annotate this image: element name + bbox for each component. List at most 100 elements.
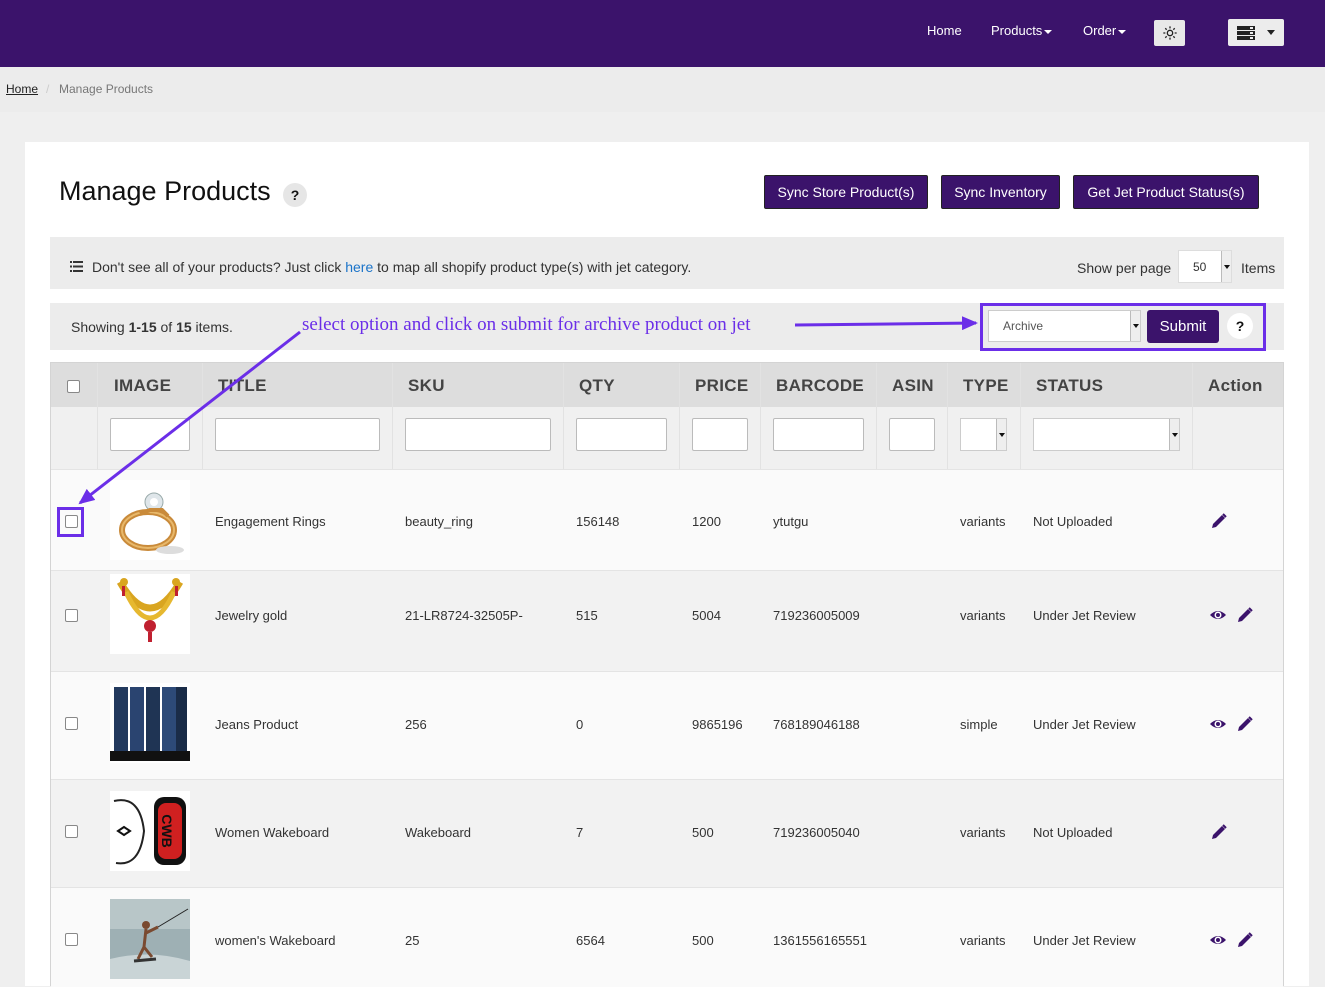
row-barcode: ytutgu [773, 514, 809, 529]
column-header-qty[interactable]: QTY [579, 376, 615, 396]
list-icon [70, 261, 83, 272]
row-actions [1210, 512, 1228, 530]
filter-title-input[interactable] [215, 418, 380, 451]
filter-type-select[interactable] [960, 418, 1007, 451]
row-qty: 0 [576, 717, 584, 732]
sync-inventory-button[interactable]: Sync Inventory [941, 175, 1060, 209]
row-checkbox[interactable] [65, 933, 78, 946]
row-status: Under Jet Review [1033, 717, 1136, 732]
filter-asin-input[interactable] [889, 418, 935, 451]
showing-total: 15 [176, 319, 192, 335]
necklace-image [110, 574, 190, 654]
row-price: 5004 [692, 608, 721, 623]
items-label: Items [1241, 260, 1276, 276]
row-price: 1200 [692, 514, 721, 529]
filter-qty-input[interactable] [576, 418, 667, 451]
nav-order[interactable]: Order [1083, 23, 1127, 38]
map-category-link[interactable]: here [345, 259, 373, 275]
gear-icon [1162, 26, 1177, 40]
page-help-icon[interactable]: ? [283, 183, 307, 207]
pencil-icon[interactable] [1236, 715, 1254, 733]
eye-icon[interactable] [1209, 715, 1227, 733]
eye-icon[interactable] [1209, 606, 1227, 624]
table-row[interactable]: Jewelry gold 21-LR8724-32505P- 515 5004 … [51, 570, 1283, 671]
row-qty: 7 [576, 825, 584, 840]
table-row[interactable]: Jeans Product 256 0 9865196 768189046188… [51, 671, 1283, 779]
row-checkbox[interactable] [65, 825, 78, 838]
row-sku: Wakeboard [405, 825, 471, 840]
per-page-select[interactable]: 50 [1178, 250, 1232, 283]
submit-button[interactable]: Submit [1147, 310, 1219, 343]
info-text-before: Don't see all of your products? Just cli… [92, 259, 346, 275]
table-row[interactable]: women's Wakeboard 25 6564 500 1361556165… [51, 887, 1283, 987]
row-actions [1209, 715, 1254, 733]
column-header-barcode[interactable]: BARCODE [776, 376, 864, 396]
per-page-value: 50 [1193, 259, 1207, 274]
chevron-down-icon [1118, 29, 1127, 34]
row-title: Jeans Product [215, 717, 299, 732]
row-actions [1209, 931, 1254, 949]
row-qty: 515 [576, 608, 598, 623]
column-header-asin[interactable]: ASIN [892, 376, 934, 396]
showing-middle: of [156, 319, 177, 335]
chevron-down-icon [1169, 419, 1179, 450]
filter-price-input[interactable] [692, 418, 748, 451]
breadcrumb-home[interactable]: Home [6, 82, 38, 96]
row-sku: 256 [405, 717, 427, 732]
column-header-sku[interactable]: SKU [408, 376, 445, 396]
showing-count: Showing 1-15 of 15 items. [71, 319, 233, 335]
row-qty: 156148 [576, 514, 620, 529]
ring-image [110, 480, 190, 560]
row-price: 500 [692, 825, 714, 840]
row-title: Engagement Rings [215, 514, 326, 529]
showing-prefix: Showing [71, 319, 129, 335]
pencil-icon[interactable] [1236, 931, 1254, 949]
annotation-text: select option and click on submit for ar… [302, 314, 751, 335]
column-header-price[interactable]: PRICE [695, 376, 748, 396]
filter-sku-input[interactable] [405, 418, 551, 451]
bulk-action-select[interactable]: Archive [988, 310, 1141, 342]
breadcrumb-current: Manage Products [59, 82, 154, 96]
nav-products-label: Products [991, 23, 1043, 38]
pencil-icon[interactable] [1210, 823, 1228, 841]
account-menu-button[interactable] [1228, 19, 1284, 46]
nav-home[interactable]: Home [927, 23, 962, 38]
get-jet-product-status-button[interactable]: Get Jet Product Status(s) [1073, 175, 1259, 209]
row-status: Not Uploaded [1033, 514, 1113, 529]
row-type: variants [960, 514, 1006, 529]
row-status: Not Uploaded [1033, 825, 1113, 840]
row-barcode: 1361556165551 [773, 933, 867, 948]
filter-image-input[interactable] [110, 418, 190, 451]
table-row[interactable]: Engagement Rings beauty_ring 156148 1200… [51, 469, 1283, 570]
nav-products[interactable]: Products [991, 23, 1053, 38]
eye-icon[interactable] [1209, 931, 1227, 949]
sync-store-products-button[interactable]: Sync Store Product(s) [764, 175, 928, 209]
pencil-icon[interactable] [1236, 606, 1254, 624]
select-all-checkbox[interactable] [67, 380, 80, 393]
per-page-label: Show per page [1077, 260, 1172, 276]
row-checkbox[interactable] [65, 717, 78, 730]
column-header-title[interactable]: TITLE [218, 376, 267, 396]
filter-status-select[interactable] [1033, 418, 1180, 451]
bulk-help-icon[interactable]: ? [1227, 313, 1253, 339]
products-table: IMAGE TITLE SKU QTY PRICE BARCODE ASIN T… [50, 362, 1284, 987]
table-header: IMAGE TITLE SKU QTY PRICE BARCODE ASIN T… [51, 363, 1283, 407]
pencil-icon[interactable] [1210, 512, 1228, 530]
wakeboard-image: CWB [110, 791, 190, 871]
filter-barcode-input[interactable] [773, 418, 864, 451]
chevron-down-icon [1267, 30, 1275, 35]
column-header-status[interactable]: STATUS [1036, 376, 1103, 396]
row-type: variants [960, 608, 1006, 623]
row-status: Under Jet Review [1033, 608, 1136, 623]
row-checkbox[interactable] [65, 609, 78, 622]
jeans-image [110, 683, 190, 763]
row-qty: 6564 [576, 933, 605, 948]
column-header-image[interactable]: IMAGE [114, 376, 171, 396]
column-header-type[interactable]: TYPE [963, 376, 1009, 396]
server-menu-icon [1237, 25, 1255, 40]
settings-button[interactable] [1154, 20, 1185, 46]
table-row[interactable]: CWB Women Wakeboard Wakeboard 7 500 7192… [51, 779, 1283, 887]
row-sku: 21-LR8724-32505P- [405, 608, 523, 623]
chevron-down-icon [1221, 251, 1231, 282]
row-type: variants [960, 825, 1006, 840]
